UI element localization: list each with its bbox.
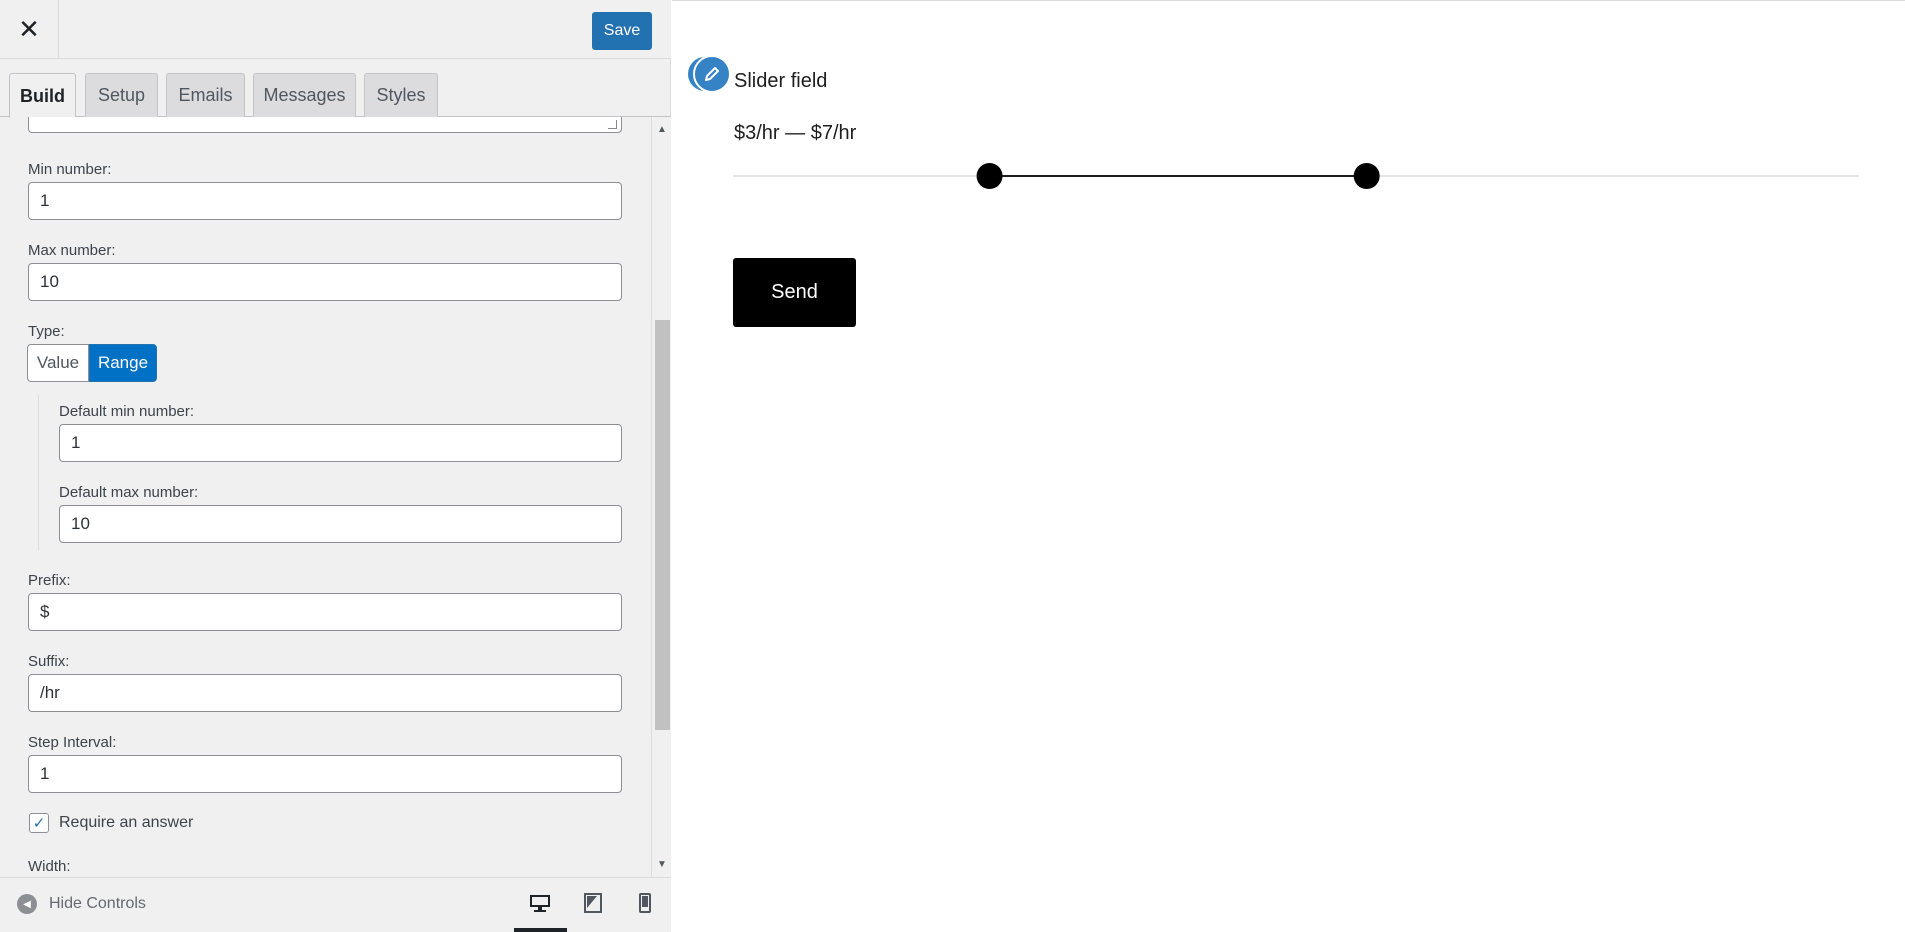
suffix-input[interactable]: /hr <box>28 674 622 712</box>
step-interval-input[interactable]: 1 <box>28 755 622 793</box>
width-label: Width: <box>28 858 71 875</box>
require-answer-label: Require an answer <box>59 814 194 831</box>
slider-min-handle <box>976 163 1003 189</box>
textarea-field[interactable] <box>28 117 622 133</box>
type-value-option[interactable]: Value <box>27 344 89 382</box>
indent-divider <box>38 395 39 550</box>
hide-controls-button[interactable]: ◀ Hide Controls <box>17 894 146 914</box>
tablet-icon[interactable] <box>582 892 604 914</box>
tab-styles[interactable]: Styles <box>364 73 438 117</box>
default-max-input[interactable]: 10 <box>59 505 622 543</box>
field-settings: Min number: 1 Max number: 10 Type: Value… <box>0 117 651 877</box>
tab-bar: Build Setup Emails Messages Styles <box>0 59 671 118</box>
tab-build[interactable]: Build <box>9 73 76 118</box>
range-slider[interactable] <box>733 160 1859 192</box>
hide-controls-label: Hide Controls <box>49 895 146 912</box>
require-answer-checkbox[interactable]: ✓ <box>29 813 49 833</box>
panel-footer: ◀ Hide Controls <box>0 877 671 932</box>
min-number-label: Min number: <box>28 161 112 178</box>
edit-shortcut-pencil-icon[interactable] <box>686 55 730 93</box>
save-button[interactable]: Save <box>592 12 652 50</box>
max-number-label: Max number: <box>28 242 116 259</box>
close-button[interactable]: ✕ <box>0 0 59 59</box>
prefix-label: Prefix: <box>28 572 71 589</box>
slider-max-handle <box>1353 163 1380 189</box>
collapse-arrow-icon: ◀ <box>17 894 37 914</box>
form-preview <box>672 0 1905 932</box>
tab-setup[interactable]: Setup <box>85 73 158 117</box>
type-label: Type: <box>28 323 65 340</box>
type-range-option[interactable]: Range <box>89 344 157 382</box>
checkmark-icon: ✓ <box>32 815 46 832</box>
send-button[interactable]: Send <box>733 258 856 327</box>
customizer-panel: ✕ Save Build Setup Emails Messages Style… <box>0 0 671 932</box>
suffix-label: Suffix: <box>28 653 70 670</box>
default-max-label: Default max number: <box>59 484 199 501</box>
panel-header: ✕ Save <box>0 0 671 59</box>
desktop-icon[interactable] <box>529 892 551 914</box>
tab-messages[interactable]: Messages <box>253 73 356 117</box>
scroll-down-arrow-icon[interactable]: ▼ <box>652 857 672 871</box>
default-min-input[interactable]: 1 <box>59 424 622 462</box>
tab-emails[interactable]: Emails <box>166 73 245 117</box>
close-icon: ✕ <box>18 14 40 44</box>
max-number-input[interactable]: 10 <box>28 263 622 301</box>
step-interval-label: Step Interval: <box>28 734 117 751</box>
active-device-indicator <box>514 928 567 932</box>
default-min-label: Default min number: <box>59 403 195 420</box>
resize-handle-icon[interactable] <box>608 120 617 129</box>
slider-field-title: Slider field <box>734 70 828 92</box>
panel-scrollbar[interactable]: ▲ ▼ <box>651 117 671 877</box>
type-toggle: Value Range <box>27 344 157 382</box>
min-number-input[interactable]: 1 <box>28 182 622 220</box>
prefix-input[interactable]: $ <box>28 593 622 631</box>
scroll-up-arrow-icon[interactable]: ▲ <box>652 122 672 136</box>
slider-range-value: $3/hr — $7/hr <box>734 122 857 144</box>
mobile-icon[interactable] <box>634 892 656 914</box>
scrollbar-thumb[interactable] <box>655 320 670 730</box>
